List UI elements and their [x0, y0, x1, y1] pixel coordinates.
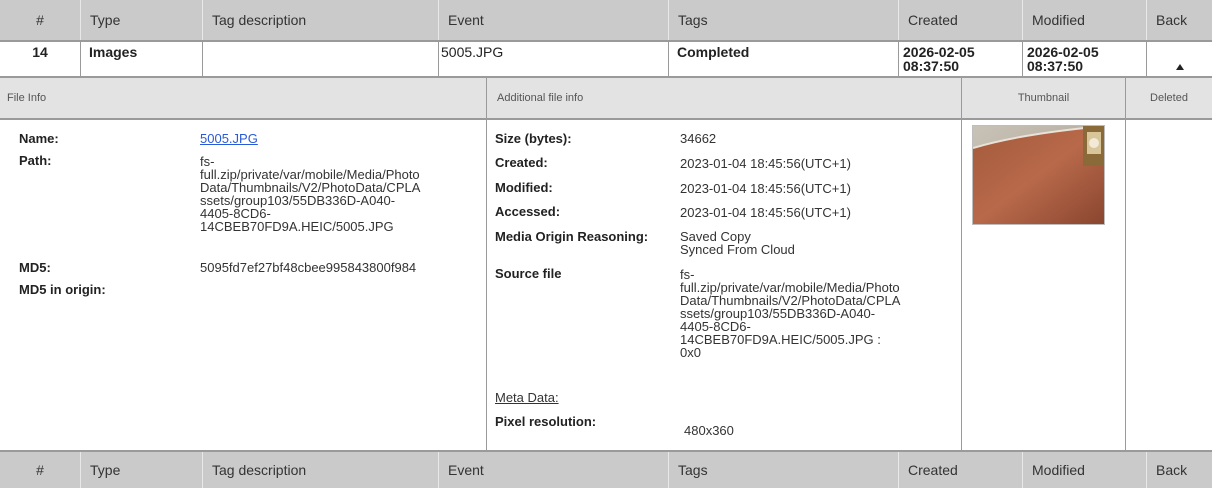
accessed-value: 2023-01-04 18:45:56(UTC+1)	[680, 205, 851, 220]
modified-label: Modified:	[495, 180, 553, 195]
table-header-top: # Type Tag description Event Tags Create…	[0, 0, 1212, 42]
media-origin-label: Media Origin Reasoning:	[495, 229, 649, 244]
md5-origin-label: MD5 in origin:	[19, 282, 106, 297]
table-row[interactable]: 14 Images 5005.JPG Completed 2026-02-05 …	[0, 42, 1212, 78]
pixel-resolution-label: Pixel resolution:	[495, 414, 597, 429]
header-tags[interactable]: Tags	[668, 0, 898, 40]
created-value: 2023-01-04 18:45:56(UTC+1)	[680, 156, 851, 171]
header-num[interactable]: #	[0, 452, 80, 488]
section-additional-file-info: Additional file info	[486, 78, 961, 118]
header-modified[interactable]: Modified	[1022, 452, 1146, 488]
section-thumbnail: Thumbnail	[961, 78, 1125, 118]
row-created: 2026-02-05 08:37:50	[898, 42, 1022, 76]
header-back[interactable]: Back	[1146, 452, 1212, 488]
size-label: Size (bytes):	[495, 131, 572, 146]
caret-up-icon[interactable]	[1176, 64, 1184, 70]
header-back[interactable]: Back	[1146, 0, 1212, 40]
row-modified-time: 08:37:50	[1027, 58, 1084, 74]
header-num[interactable]: #	[0, 0, 80, 40]
section-file-info: File Info	[7, 92, 47, 104]
header-tag-description[interactable]: Tag description	[202, 452, 438, 488]
pixel-resolution-value: 480x360	[684, 423, 734, 438]
modified-value: 2023-01-04 18:45:56(UTC+1)	[680, 181, 851, 196]
header-modified[interactable]: Modified	[1022, 0, 1146, 40]
additional-file-info-panel: Size (bytes): 34662 Created: 2023-01-04 …	[486, 120, 961, 450]
size-value: 34662	[680, 131, 717, 146]
table-header-bottom: # Type Tag description Event Tags Create…	[0, 450, 1212, 488]
accessed-label: Accessed:	[495, 204, 561, 219]
header-event[interactable]: Event	[438, 452, 668, 488]
row-num: 14	[32, 44, 48, 60]
row-created-time: 08:37:50	[903, 58, 960, 74]
path-value: fs- full.zip/private/var/mobile/Media/Ph…	[200, 155, 420, 233]
header-tag-description[interactable]: Tag description	[202, 0, 438, 40]
header-type[interactable]: Type	[80, 452, 202, 488]
detail-section-header: File Info Additional file info Thumbnail…	[0, 78, 1212, 120]
header-tags[interactable]: Tags	[668, 452, 898, 488]
deleted-panel	[1125, 120, 1212, 450]
photo-thumbnail[interactable]	[972, 125, 1105, 225]
source-line: 0x0	[680, 345, 701, 360]
photo-thumbnail-image	[973, 126, 1104, 224]
header-created[interactable]: Created	[898, 0, 1022, 40]
md5-label: MD5:	[19, 260, 51, 275]
thumbnail-panel	[961, 120, 1125, 450]
row-tag-description	[202, 42, 438, 76]
row-created-date: 2026-02-05	[903, 44, 975, 60]
row-event: 5005.JPG	[438, 42, 668, 76]
row-type: Images	[80, 42, 202, 76]
row-modified: 2026-02-05 08:37:50	[1022, 42, 1146, 76]
header-event[interactable]: Event	[438, 0, 668, 40]
file-name-link[interactable]: 5005.JPG	[200, 132, 258, 145]
source-file-label: Source file	[495, 266, 562, 281]
path-label: Path:	[19, 153, 52, 168]
section-deleted: Deleted	[1125, 78, 1212, 118]
row-back-cell[interactable]	[1146, 42, 1212, 76]
source-line: 14CBEB70FD9A.HEIC/5005.JPG :	[680, 332, 881, 347]
media-origin-value: Saved Copy Synced From Cloud	[680, 230, 795, 256]
header-created[interactable]: Created	[898, 452, 1022, 488]
origin-line: Synced From Cloud	[680, 242, 795, 257]
file-info-panel: Name: 5005.JPG Path: fs- full.zip/privat…	[0, 120, 486, 450]
created-label: Created:	[495, 155, 548, 170]
source-file-value: fs- full.zip/private/var/mobile/Media/Ph…	[680, 268, 900, 359]
name-label: Name:	[19, 131, 59, 146]
meta-data-link[interactable]: Meta Data:	[495, 390, 559, 405]
row-modified-date: 2026-02-05	[1027, 44, 1099, 60]
md5-value: 5095fd7ef27bf48cbee995843800f984	[200, 260, 417, 275]
row-tags: Completed	[668, 42, 898, 76]
path-line: 14CBEB70FD9A.HEIC/5005.JPG	[200, 219, 394, 234]
header-type[interactable]: Type	[80, 0, 202, 40]
